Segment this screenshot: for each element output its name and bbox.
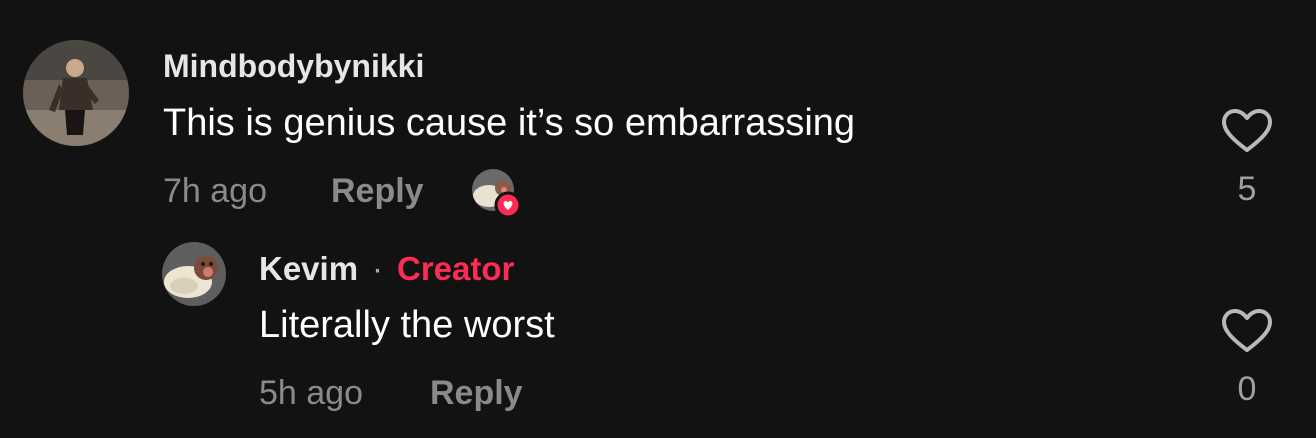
comment-text: This is genius cause it’s so embarrassin… [163, 102, 856, 144]
creator-liked-badge [471, 168, 522, 219]
comment-item: Mindbodybynikki This is genius cause it’… [0, 0, 1316, 220]
heart-outline-icon[interactable] [1221, 308, 1273, 354]
avatar[interactable] [162, 242, 226, 306]
reply-button[interactable]: Reply [430, 374, 523, 413]
reply-button[interactable]: Reply [331, 172, 424, 211]
heart-outline-icon[interactable] [1221, 108, 1273, 154]
like-group: 5 [1217, 108, 1277, 209]
like-count: 0 [1237, 370, 1257, 408]
comment-timestamp: 7h ago [163, 172, 267, 210]
like-count: 5 [1237, 170, 1257, 208]
like-group: 0 [1217, 308, 1277, 409]
creator-heart-badge-icon [472, 169, 522, 219]
comment-username[interactable]: Mindbodybynikki [163, 48, 424, 85]
reply-item: Kevim · Creator Literally the worst 5h a… [0, 220, 1316, 438]
reply-text: Literally the worst [259, 304, 555, 346]
username-separator: · [372, 250, 383, 287]
reply-username[interactable]: Kevim [259, 250, 358, 288]
reply-timestamp: 5h ago [259, 374, 363, 412]
avatar[interactable] [23, 40, 129, 146]
creator-badge: Creator [397, 250, 515, 287]
